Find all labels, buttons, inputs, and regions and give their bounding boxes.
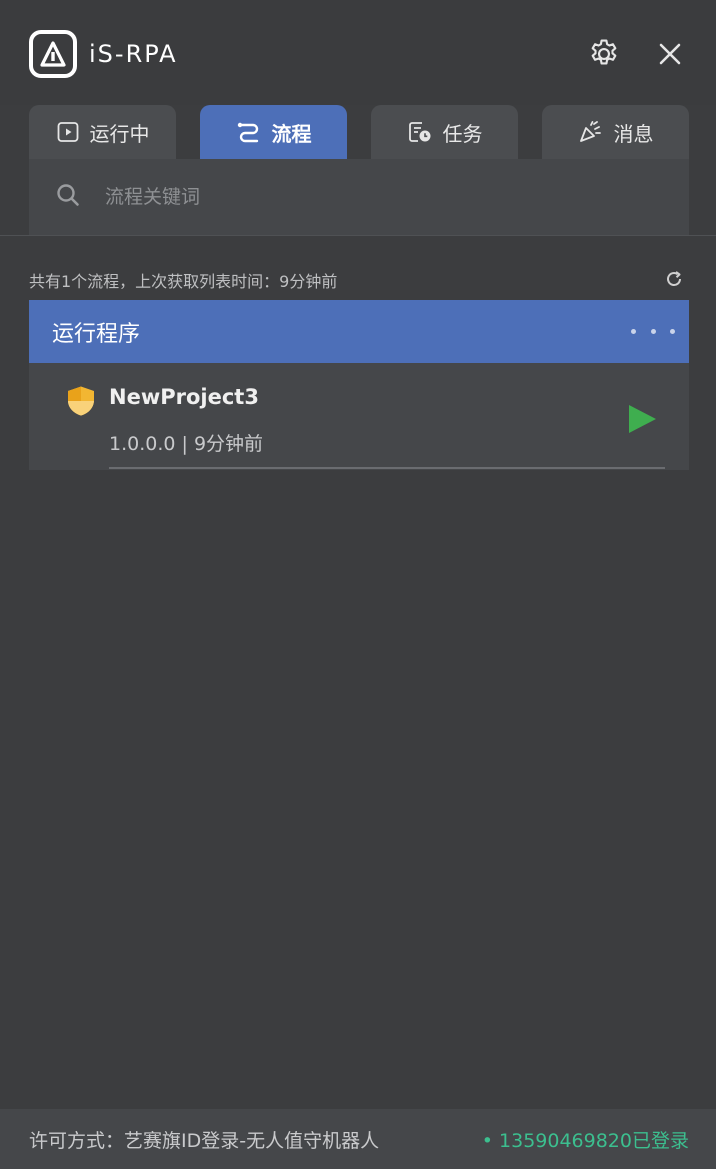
shield-icon xyxy=(66,385,96,421)
tab-tasks[interactable]: 任务 xyxy=(371,105,518,159)
flow-icon xyxy=(236,120,262,144)
search-icon xyxy=(55,182,81,212)
app-logo: iS-RPA xyxy=(29,30,178,78)
process-name: NewProject3 xyxy=(109,385,259,409)
process-item[interactable]: NewProject3 1.0.0.0 | 9分钟前 xyxy=(29,363,689,470)
tab-messages[interactable]: 消息 xyxy=(542,105,689,159)
play-box-icon xyxy=(56,120,80,144)
tab-label: 流程 xyxy=(271,121,312,146)
dot-icon xyxy=(650,329,656,334)
logo-icon xyxy=(29,30,77,78)
divider xyxy=(0,235,716,236)
close-button[interactable] xyxy=(650,34,690,74)
refresh-button[interactable] xyxy=(663,268,685,290)
login-status: • 13590469820已登录 xyxy=(481,1129,689,1152)
close-icon xyxy=(659,43,681,65)
search-bar xyxy=(29,159,689,235)
license-info: 许可方式：艺赛旗ID登录-无人值守机器人 xyxy=(29,1129,380,1152)
refresh-icon xyxy=(667,271,681,286)
run-process-button[interactable] xyxy=(622,399,662,439)
search-input[interactable] xyxy=(105,177,689,217)
process-summary: 共有1个流程，上次获取列表时间：9分钟前 xyxy=(29,272,338,291)
status-footer: 许可方式：艺赛旗ID登录-无人值守机器人 • 13590469820已登录 xyxy=(0,1109,716,1169)
tab-running[interactable]: 运行中 xyxy=(29,105,176,159)
tab-process[interactable]: 流程 xyxy=(200,105,347,159)
tab-label: 任务 xyxy=(442,121,483,146)
progress-line xyxy=(109,467,665,469)
settings-button[interactable] xyxy=(584,34,624,74)
more-options-button[interactable] xyxy=(631,300,675,363)
gear-icon xyxy=(591,39,617,65)
tab-label: 运行中 xyxy=(89,121,150,146)
app-name: iS-RPA xyxy=(89,40,178,68)
process-group-header[interactable]: 运行程序 xyxy=(29,300,689,363)
tab-bar: 运行中 流程 任务 消息 xyxy=(29,105,689,159)
task-clock-icon xyxy=(407,120,433,144)
process-meta: 1.0.0.0 | 9分钟前 xyxy=(109,433,264,455)
party-icon xyxy=(578,120,604,144)
dot-icon xyxy=(631,329,636,334)
tab-label: 消息 xyxy=(613,121,654,146)
dot-icon xyxy=(670,329,675,334)
play-icon xyxy=(629,405,656,433)
group-title: 运行程序 xyxy=(52,321,141,347)
app-header: iS-RPA xyxy=(0,0,716,105)
